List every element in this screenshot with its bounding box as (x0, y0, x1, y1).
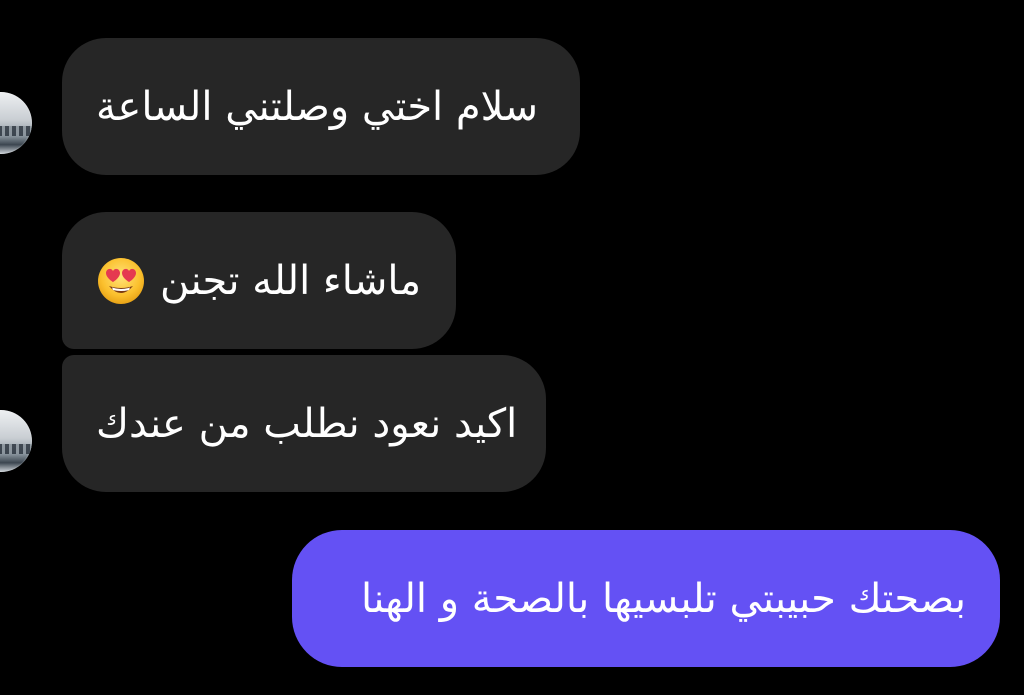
message-text: بصحتك حبيبتي تلبسيها بالصحة و الهنا (361, 575, 966, 622)
message-bubble-outgoing[interactable]: بصحتك حبيبتي تلبسيها بالصحة و الهنا (292, 530, 1000, 667)
message-bubble-incoming[interactable]: اكيد نعود نطلب من عندك (62, 355, 546, 492)
message-text: اكيد نعود نطلب من عندك (96, 400, 518, 447)
contact-avatar[interactable] (0, 92, 32, 154)
message-bubble-incoming[interactable]: سلام اختي وصلتني الساعة (62, 38, 580, 175)
message-text: سلام اختي وصلتني الساعة (96, 83, 539, 130)
heart-eyes-emoji-icon (98, 257, 144, 304)
message-bubble-incoming[interactable]: ماشاء الله تجنن (62, 212, 456, 349)
contact-avatar[interactable] (0, 410, 32, 472)
message-text: ماشاء الله تجنن (160, 257, 422, 304)
